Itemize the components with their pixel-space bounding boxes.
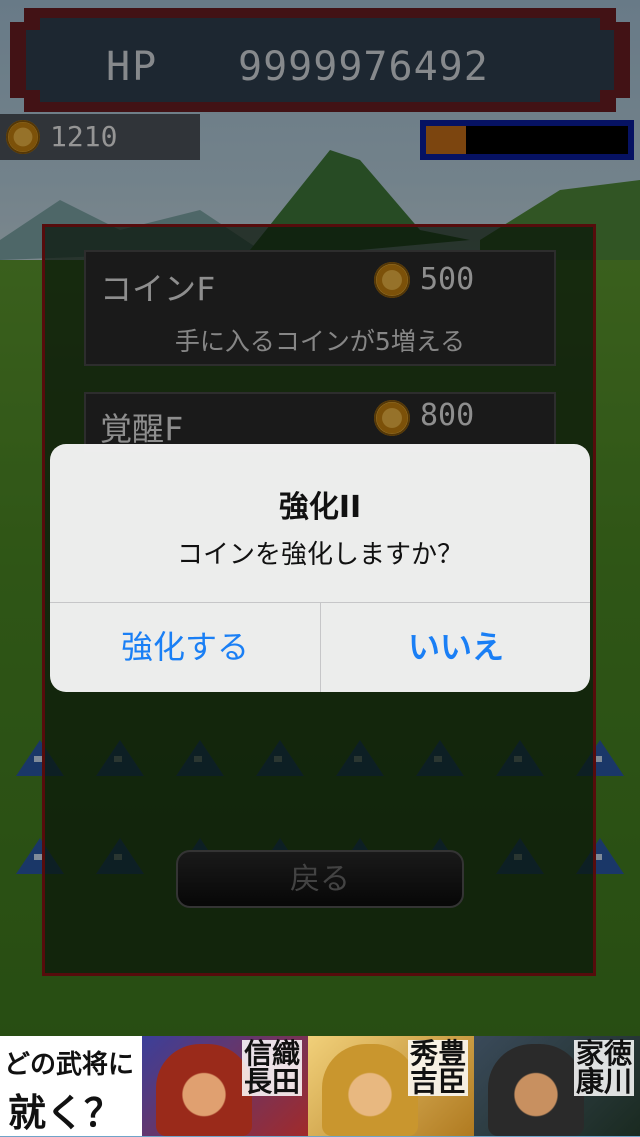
warlord-name-family: 織田 <box>272 1037 301 1098</box>
warlord-name-given: 信長 <box>244 1037 273 1098</box>
dialog-message: コインを強化しますか？ <box>176 540 463 570</box>
warlord-portrait-nobunaga[interactable]: 信長織田 <box>142 1036 308 1136</box>
ad-banner[interactable]: どの武将に 就く？ 信長織田 秀吉豊臣 家康徳川 <box>0 1036 640 1136</box>
confirm-dialog: 強化II コインを強化しますか？ 強化する いいえ <box>50 444 590 692</box>
warlord-name-family: 徳川 <box>604 1037 633 1098</box>
warlord-name: 信長織田 <box>242 1040 302 1096</box>
warlord-name: 家康徳川 <box>574 1040 634 1096</box>
warlord-name-family: 豊臣 <box>438 1037 467 1098</box>
warlord-portrait-ieyasu[interactable]: 家康徳川 <box>474 1036 640 1136</box>
warlord-name-given: 家康 <box>576 1037 605 1098</box>
cancel-button[interactable]: いいえ <box>321 603 590 692</box>
confirm-button[interactable]: 強化する <box>50 603 320 692</box>
ad-headline: どの武将に 就く？ <box>0 1036 142 1136</box>
ad-headline-line2: 就く？ <box>8 1091 123 1135</box>
warlord-face <box>322 1044 418 1136</box>
ad-headline-line1: どの武将に <box>4 1050 135 1080</box>
warlord-name: 秀吉豊臣 <box>408 1040 468 1096</box>
warlord-face <box>488 1044 584 1136</box>
dialog-title: 強化II <box>278 490 362 525</box>
warlord-name-given: 秀吉 <box>410 1037 439 1098</box>
warlord-face <box>156 1044 252 1136</box>
warlord-portrait-hideyoshi[interactable]: 秀吉豊臣 <box>308 1036 474 1136</box>
